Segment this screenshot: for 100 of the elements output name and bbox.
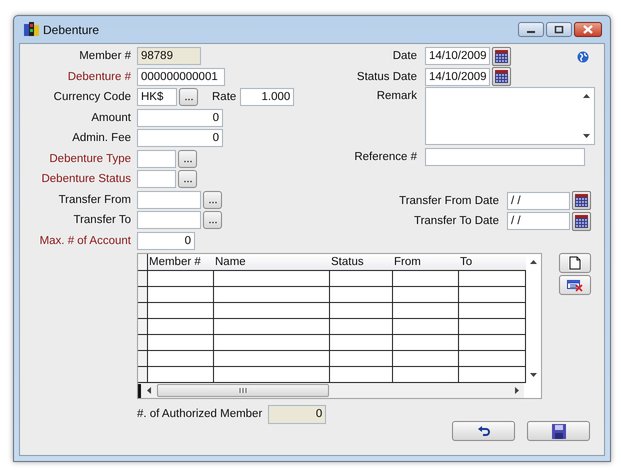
lookup-button[interactable] — [203, 190, 222, 209]
table-cell[interactable] — [214, 287, 330, 303]
input-field[interactable] — [425, 148, 585, 166]
minimize-button[interactable] — [518, 22, 544, 37]
column-header[interactable]: Name — [214, 254, 330, 270]
field-label: Reference # — [353, 151, 418, 164]
row-selector[interactable] — [138, 367, 148, 383]
close-button[interactable] — [574, 22, 602, 37]
calendar-icon — [495, 50, 508, 63]
delete-row-icon — [567, 278, 583, 292]
globe-icon[interactable] — [577, 51, 589, 63]
table-cell[interactable] — [214, 271, 330, 287]
input-field[interactable] — [137, 211, 201, 230]
rate-label: Rate — [212, 91, 236, 104]
table-cell[interactable] — [393, 335, 459, 351]
table-cell[interactable] — [214, 319, 330, 335]
field-label: Admin. Fee — [71, 132, 132, 144]
column-header[interactable]: Member # — [148, 254, 214, 270]
table-cell[interactable] — [214, 335, 330, 351]
scroll-up-icon[interactable] — [530, 260, 537, 264]
table-cell[interactable] — [393, 303, 459, 319]
calendar-button[interactable] — [492, 67, 511, 86]
field-label: Debenture Type — [48, 152, 132, 165]
table-cell[interactable] — [393, 351, 459, 367]
table-cell[interactable] — [214, 351, 330, 367]
input-field[interactable] — [137, 150, 176, 168]
table-cell[interactable] — [330, 335, 393, 351]
ellipsis-icon — [184, 98, 192, 102]
table-cell[interactable] — [148, 303, 214, 319]
rate-field[interactable]: 1.000 — [240, 88, 294, 106]
column-header[interactable]: Status — [330, 254, 393, 270]
row-selector[interactable] — [138, 319, 148, 335]
table-cell[interactable] — [393, 271, 459, 287]
date-field[interactable]: 14/10/2009 — [425, 68, 490, 86]
calendar-button[interactable] — [492, 46, 511, 66]
input-field[interactable]: 0 — [137, 129, 223, 148]
lookup-button[interactable] — [178, 150, 197, 168]
maximize-button[interactable] — [546, 22, 572, 37]
undo-button[interactable] — [452, 421, 515, 441]
table-cell[interactable] — [330, 351, 393, 367]
table-cell[interactable] — [148, 335, 214, 351]
table-cell[interactable] — [148, 351, 214, 367]
field-label: Date — [392, 50, 418, 62]
scroll-left-icon[interactable] — [147, 387, 151, 394]
field-label: Remark — [376, 89, 418, 102]
delete-row-button[interactable] — [559, 275, 591, 295]
lookup-button[interactable] — [179, 88, 198, 106]
row-selector[interactable] — [138, 303, 148, 319]
field-label: Status Date — [356, 70, 418, 83]
lookup-button[interactable] — [178, 170, 197, 188]
input-field[interactable]: 0 — [137, 108, 223, 127]
app-icon — [24, 22, 39, 37]
row-selector — [138, 254, 148, 270]
input-field[interactable]: 0 — [137, 232, 195, 250]
remark-field[interactable] — [425, 87, 595, 145]
calendar-button[interactable] — [572, 191, 591, 210]
row-selector[interactable] — [138, 335, 148, 351]
table-cell[interactable] — [148, 287, 214, 303]
table-cell[interactable] — [148, 319, 214, 335]
undo-icon — [478, 426, 490, 436]
row-selector[interactable] — [138, 271, 148, 287]
field-label: Transfer From — [58, 194, 132, 206]
maximize-icon — [554, 26, 564, 34]
field-label: Member # — [78, 50, 132, 62]
field-label: Transfer To Date — [412, 215, 500, 228]
data-grid[interactable]: Member # Name Status From To — [137, 253, 542, 399]
row-selector[interactable] — [138, 351, 148, 367]
ellipsis-icon — [208, 200, 216, 204]
row-selector[interactable] — [138, 287, 148, 303]
table-cell[interactable] — [330, 271, 393, 287]
input-field[interactable]: 000000000001 — [137, 68, 225, 86]
table-cell[interactable] — [330, 287, 393, 303]
table-cell[interactable] — [393, 287, 459, 303]
new-row-button[interactable] — [559, 253, 591, 273]
input-field[interactable]: 98789 — [137, 47, 201, 66]
scroll-thumb[interactable] — [157, 384, 329, 397]
input-field[interactable]: HK$ — [137, 88, 177, 106]
calendar-button[interactable] — [572, 212, 591, 231]
date-field[interactable]: 14/10/2009 — [425, 47, 490, 66]
input-field[interactable] — [137, 190, 201, 209]
date-field[interactable]: / / — [507, 192, 570, 210]
scroll-down-icon[interactable] — [583, 134, 590, 138]
column-header[interactable]: From — [393, 254, 459, 270]
horizontal-scrollbar[interactable] — [138, 383, 541, 398]
field-label: Amount — [90, 112, 132, 124]
scroll-down-icon[interactable] — [530, 373, 537, 377]
table-cell[interactable] — [148, 271, 214, 287]
input-field[interactable] — [137, 170, 176, 188]
date-field[interactable]: / / — [507, 212, 570, 230]
table-cell[interactable] — [330, 303, 393, 319]
save-button[interactable] — [527, 421, 590, 441]
table-cell[interactable] — [330, 319, 393, 335]
lookup-button[interactable] — [203, 211, 222, 230]
scroll-right-icon[interactable] — [515, 387, 519, 394]
column-header[interactable]: To — [459, 254, 526, 270]
scrollbar-corner — [524, 383, 541, 398]
field-label: Transfer To — [72, 214, 132, 226]
scroll-up-icon[interactable] — [583, 94, 590, 98]
table-cell[interactable] — [214, 303, 330, 319]
table-cell[interactable] — [393, 319, 459, 335]
